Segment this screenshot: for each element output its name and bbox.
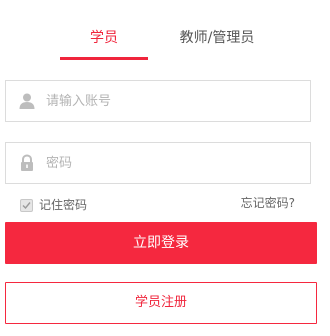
tab-teacher-admin[interactable]: 教师/管理员 bbox=[168, 26, 266, 50]
login-tabs: 学员 教师/管理员 bbox=[0, 0, 330, 62]
login-button[interactable]: 立即登录 bbox=[5, 222, 317, 264]
remember-checkbox[interactable] bbox=[20, 198, 33, 212]
active-tab-indicator bbox=[60, 57, 148, 60]
account-field[interactable] bbox=[5, 80, 311, 122]
lock-icon bbox=[18, 154, 36, 172]
check-icon bbox=[22, 201, 31, 209]
remember-password[interactable]: 记住密码 bbox=[20, 196, 87, 214]
password-input[interactable] bbox=[46, 143, 301, 183]
remember-label: 记住密码 bbox=[39, 198, 88, 212]
student-register-button[interactable]: 学员注册 bbox=[5, 282, 317, 324]
password-field[interactable] bbox=[5, 142, 311, 184]
forgot-password-link[interactable]: 忘记密码? bbox=[241, 194, 295, 212]
account-input[interactable] bbox=[46, 81, 301, 121]
tab-student[interactable]: 学员 bbox=[60, 26, 148, 50]
user-icon bbox=[18, 92, 36, 110]
